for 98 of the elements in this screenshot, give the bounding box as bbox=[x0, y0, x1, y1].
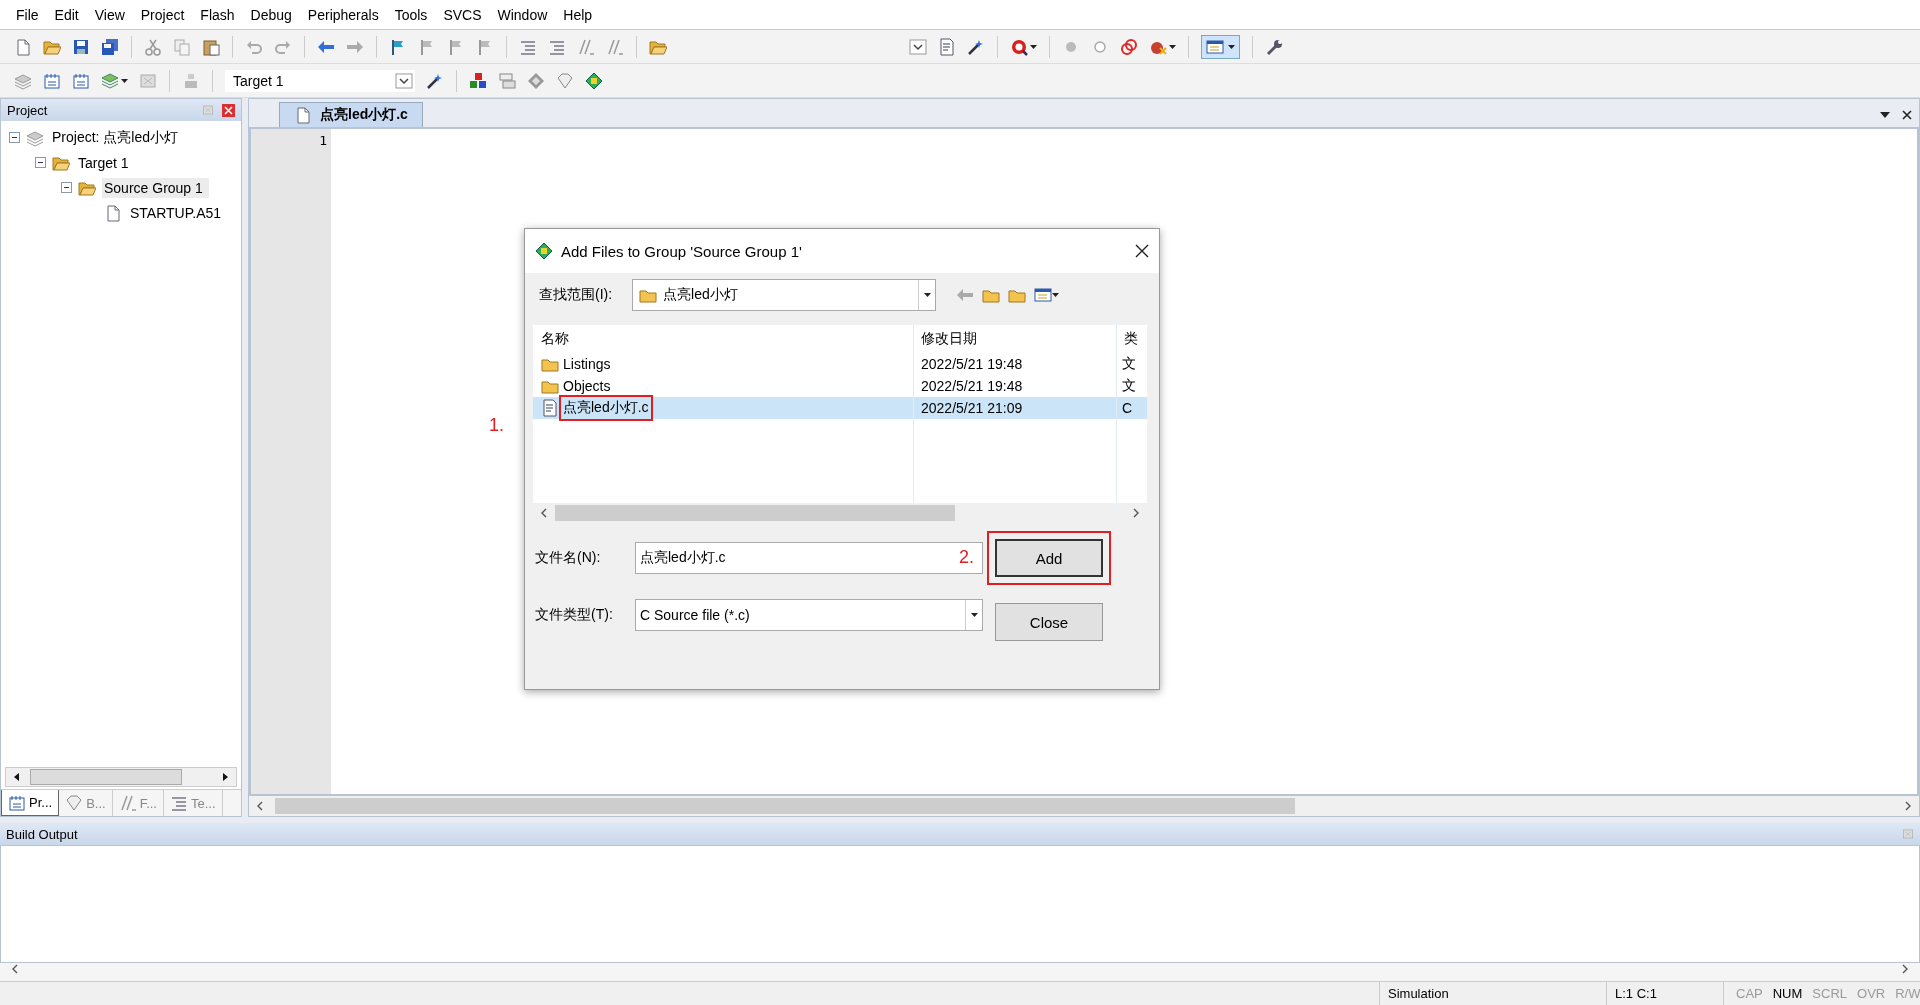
file-tab[interactable]: 点亮led小灯.c bbox=[279, 102, 423, 127]
rings-icon[interactable] bbox=[1120, 37, 1138, 56]
menu-item[interactable]: Debug bbox=[242, 2, 300, 27]
window-layout-button[interactable] bbox=[1201, 34, 1240, 59]
save-icon[interactable] bbox=[72, 37, 90, 56]
tab-icon bbox=[170, 794, 188, 812]
field-label: 文件名(N): bbox=[535, 549, 602, 567]
c-file-icon bbox=[541, 399, 559, 417]
status-text: Simulation bbox=[1379, 982, 1606, 1005]
minus-box-icon[interactable] bbox=[35, 157, 46, 168]
diamond-icon[interactable] bbox=[527, 71, 545, 90]
file-name: Listings bbox=[563, 356, 611, 372]
close-icon[interactable] bbox=[1135, 244, 1149, 258]
debug-icon[interactable] bbox=[1010, 37, 1028, 56]
tab-icon bbox=[65, 794, 84, 812]
status-text: L:1 C:1 bbox=[1606, 982, 1723, 1005]
components-icon[interactable] bbox=[469, 71, 487, 90]
file-type-dropdown[interactable]: C Source file (*.c) bbox=[635, 599, 983, 631]
document-icon bbox=[294, 106, 312, 124]
gem-icon[interactable] bbox=[556, 71, 574, 90]
file-date: 2022/5/21 21:09 bbox=[920, 400, 1024, 416]
file-name-field[interactable]: 点亮led小灯.c 2. bbox=[635, 542, 983, 574]
file-date: 2022/5/21 19:48 bbox=[920, 356, 1024, 372]
status-indicator: CAP bbox=[1735, 986, 1764, 1001]
column-header[interactable]: 类 bbox=[1116, 330, 1147, 348]
caret-icon[interactable] bbox=[970, 613, 978, 617]
panel-tab[interactable]: Pr... bbox=[1, 790, 60, 816]
frames-icon[interactable] bbox=[498, 71, 516, 90]
caret-icon[interactable] bbox=[1030, 44, 1037, 49]
file-name: Objects bbox=[563, 378, 611, 394]
annotation-number: 1. bbox=[489, 415, 504, 436]
window-icon bbox=[1206, 37, 1224, 56]
file-date: 2022/5/21 19:48 bbox=[920, 378, 1024, 394]
cut-icon[interactable] bbox=[144, 37, 162, 56]
file-type: 文 bbox=[1121, 377, 1137, 395]
caret-icon[interactable] bbox=[121, 78, 128, 83]
tree-item[interactable]: Project: 点亮led小灯 bbox=[50, 126, 185, 149]
caret-icon[interactable] bbox=[1052, 293, 1060, 297]
comment-icon[interactable] bbox=[577, 37, 595, 56]
file-row[interactable]: Objects 2022/5/21 19:48 文 bbox=[533, 375, 1147, 397]
menu-item[interactable]: Edit bbox=[46, 2, 87, 27]
caret-icon[interactable] bbox=[923, 293, 931, 297]
close-button[interactable]: Close bbox=[995, 603, 1103, 641]
target-select[interactable]: Target 1 bbox=[225, 69, 415, 92]
minus-box-icon[interactable] bbox=[9, 132, 20, 143]
field-label: 文件类型(T): bbox=[535, 606, 614, 624]
document-icon[interactable] bbox=[938, 37, 956, 56]
build-icon[interactable] bbox=[43, 71, 61, 90]
panel-title: Project bbox=[7, 102, 48, 118]
panel-title: Build Output bbox=[6, 826, 78, 842]
tree-item[interactable]: Source Group 1 bbox=[102, 177, 209, 198]
caret-icon[interactable] bbox=[1228, 44, 1235, 49]
menu-item[interactable]: Tools bbox=[386, 2, 436, 27]
dialog-title: Add Files to Group 'Source Group 1' bbox=[561, 242, 803, 260]
menu-item[interactable]: File bbox=[8, 2, 47, 27]
app-icon bbox=[535, 242, 553, 260]
rebuild-icon[interactable] bbox=[72, 71, 90, 90]
tree-item[interactable]: STARTUP.A51 bbox=[128, 202, 228, 223]
file-type: C bbox=[1121, 400, 1134, 416]
dropdown-icon bbox=[395, 71, 413, 90]
scrollbar[interactable] bbox=[0, 963, 1920, 981]
status-indicator: R/W bbox=[1894, 986, 1920, 1001]
status-indicator: OVR bbox=[1856, 986, 1887, 1001]
tree-item[interactable]: Target 1 bbox=[76, 152, 135, 173]
scrollbar[interactable] bbox=[5, 767, 237, 787]
close-icon[interactable] bbox=[1901, 109, 1913, 121]
menu-item[interactable]: SVCS bbox=[435, 2, 490, 27]
field-label: 查找范围(I): bbox=[539, 286, 613, 304]
file-type: 文 bbox=[1121, 355, 1137, 373]
paste-icon[interactable] bbox=[202, 37, 220, 56]
menu-item[interactable]: Window bbox=[489, 2, 556, 27]
look-in-dropdown[interactable]: 点亮led小灯 bbox=[632, 279, 937, 311]
chip-icon[interactable] bbox=[585, 71, 603, 90]
file-row[interactable]: 点亮led小灯.c 2022/5/21 21:09 C bbox=[533, 397, 1147, 419]
menu-item[interactable]: Peripherals bbox=[299, 2, 387, 27]
menu-item[interactable]: Flash bbox=[192, 2, 243, 27]
column-header[interactable]: 修改日期 bbox=[913, 330, 1116, 348]
menu-item[interactable]: View bbox=[86, 2, 133, 27]
status-indicator: SCRL bbox=[1811, 986, 1849, 1001]
status-indicator: NUM bbox=[1771, 986, 1804, 1001]
caret-icon[interactable] bbox=[1169, 44, 1176, 49]
dropdown-icon[interactable] bbox=[909, 37, 927, 56]
column-header[interactable]: 名称 bbox=[533, 330, 913, 348]
scrollbar[interactable] bbox=[249, 796, 1919, 816]
new-file-icon[interactable] bbox=[14, 37, 32, 56]
file-row[interactable]: Listings 2022/5/21 19:48 文 bbox=[533, 353, 1147, 375]
file-icon bbox=[104, 203, 122, 222]
line-number: 1 bbox=[318, 133, 327, 148]
menu-item[interactable]: Help bbox=[555, 2, 601, 27]
minus-box-icon[interactable] bbox=[61, 182, 72, 193]
tab-icon bbox=[8, 793, 26, 812]
menu-item[interactable]: Project bbox=[132, 2, 193, 27]
save-all-icon[interactable] bbox=[101, 37, 119, 56]
wrench-icon[interactable] bbox=[1265, 37, 1283, 56]
view-menu-icon[interactable] bbox=[1034, 286, 1053, 304]
annotation-number: 2. bbox=[959, 547, 974, 568]
uncomment-icon[interactable] bbox=[606, 37, 624, 56]
tab-icon bbox=[118, 794, 137, 812]
